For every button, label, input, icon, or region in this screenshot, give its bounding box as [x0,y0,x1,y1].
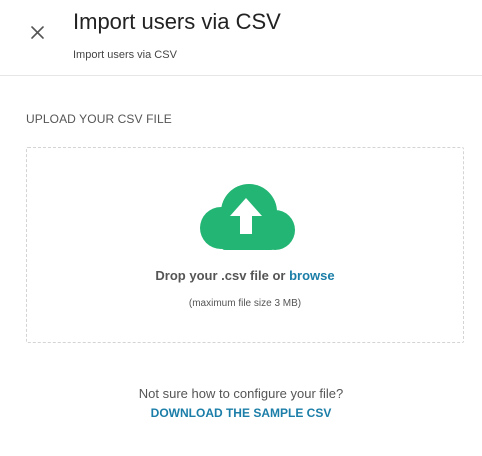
close-button[interactable] [24,18,52,46]
panel-header: Import users via CSV Import users via CS… [0,0,482,76]
import-users-panel: Import users via CSV Import users via CS… [0,0,482,456]
max-file-size-note: (maximum file size 3 MB) [188,298,302,309]
page-subtitle: Import users via CSV [73,49,177,61]
drop-instructions: Drop your .csv file or browse [27,268,463,284]
download-sample-csv-link[interactable]: DOWNLOAD THE SAMPLE CSV [0,405,482,421]
page-title: Import users via CSV [73,9,281,34]
csv-dropzone[interactable]: Drop your .csv file or browse (maximum f… [26,147,464,343]
browse-link[interactable]: browse [289,268,335,283]
close-icon [31,26,44,39]
help-question: Not sure how to configure your file? [138,386,344,401]
cloud-upload-icon [200,184,295,250]
drop-text: Drop your .csv file or [155,268,286,283]
upload-section-label: UPLOAD YOUR CSV FILE [26,112,172,126]
